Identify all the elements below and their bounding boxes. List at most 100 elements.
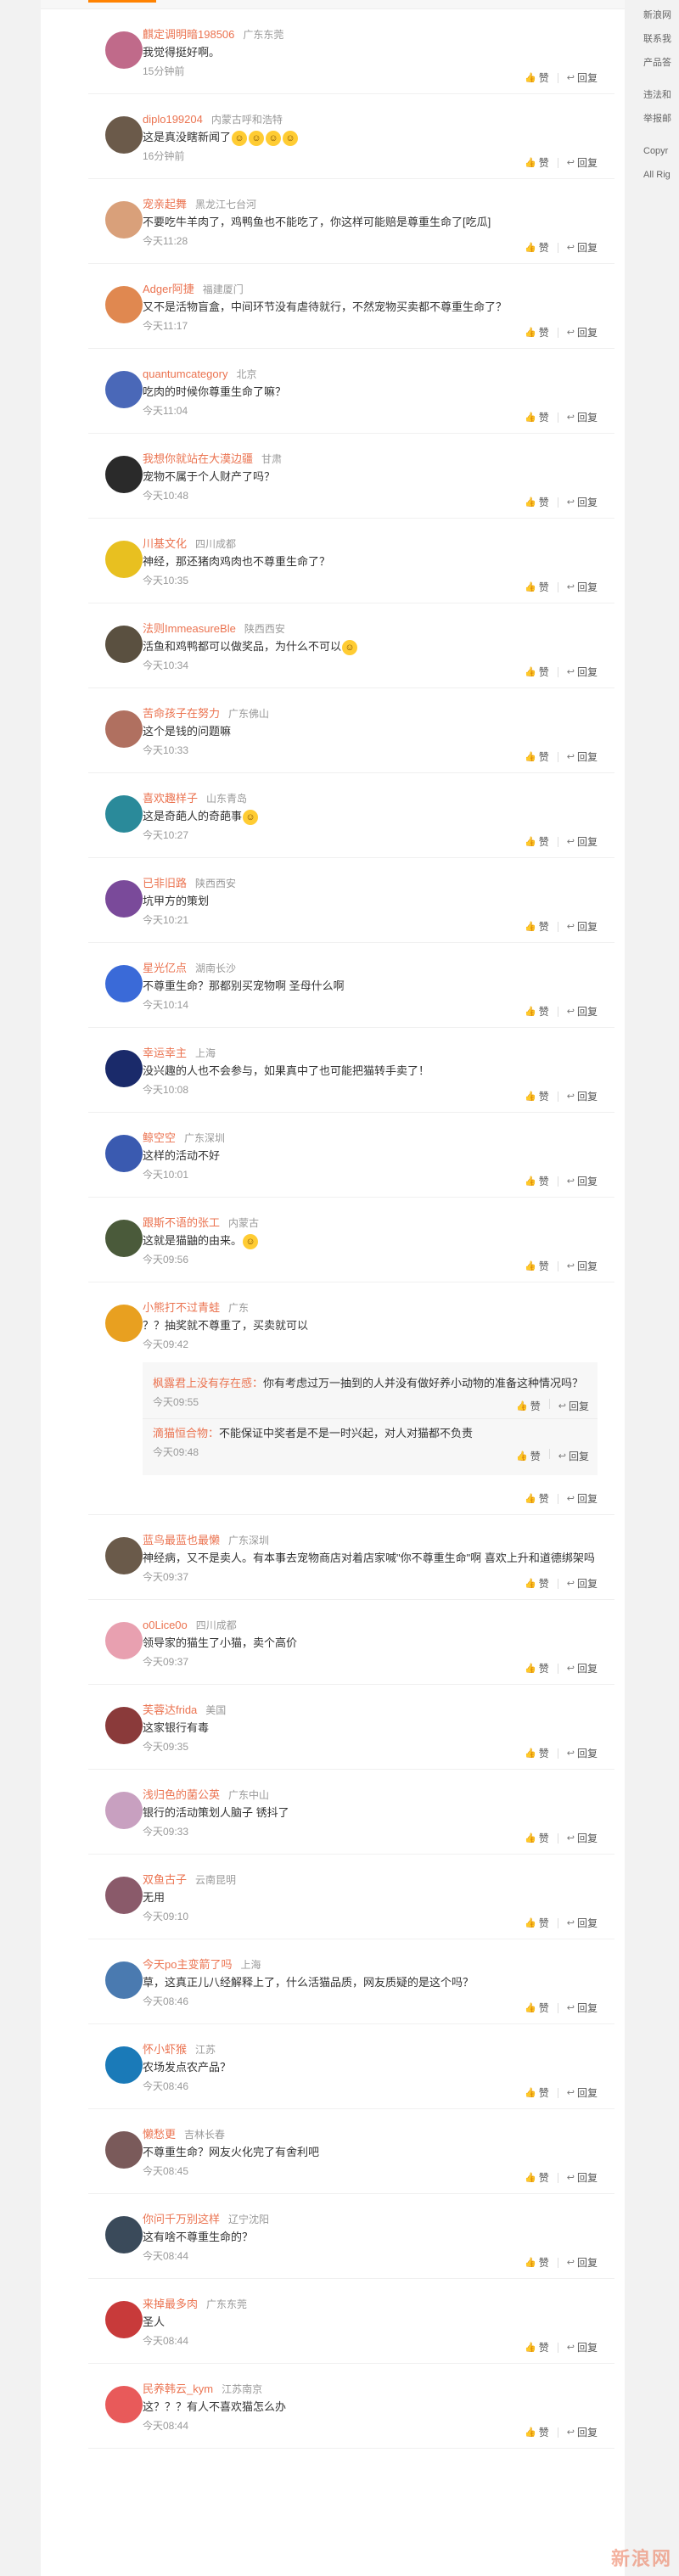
reply-button[interactable]: ↩ 回复 [567, 1576, 598, 1591]
username-link[interactable]: 已非旧路 [143, 877, 187, 890]
username-link[interactable]: 苦命孩子在努力 [143, 707, 220, 720]
reply-button[interactable]: ↩ 回复 [567, 410, 598, 424]
reply-button[interactable]: ↩ 回复 [567, 325, 598, 340]
like-button[interactable]: 👍 赞 [525, 2001, 549, 2015]
avatar[interactable] [105, 2216, 143, 2253]
like-button[interactable]: 👍 赞 [525, 1004, 549, 1019]
reply-button[interactable]: ↩ 回复 [567, 2085, 598, 2100]
like-button[interactable]: 👍 赞 [525, 1174, 549, 1188]
reply-button[interactable]: ↩ 回复 [567, 155, 598, 170]
like-button[interactable]: 👍 赞 [516, 1449, 541, 1463]
footer-link[interactable]: Copyr [643, 144, 679, 158]
avatar[interactable] [105, 965, 143, 1002]
reply-button[interactable]: ↩ 回复 [567, 2425, 598, 2439]
reply-username-link[interactable]: 枫露君上没有存在感： [153, 1377, 263, 1389]
username-link[interactable]: 蓝鸟最蓝也最懒 [143, 1534, 220, 1546]
avatar[interactable] [105, 1135, 143, 1172]
avatar[interactable] [105, 286, 143, 323]
like-button[interactable]: 👍 赞 [525, 919, 549, 934]
username-link[interactable]: quantumcategory [143, 368, 227, 380]
like-button[interactable]: 👍 赞 [525, 1746, 549, 1760]
reply-button[interactable]: ↩ 回复 [567, 2255, 598, 2270]
avatar[interactable] [105, 2301, 143, 2338]
username-link[interactable]: 双鱼古子 [143, 1873, 187, 1886]
reply-button[interactable]: ↩ 回复 [567, 1661, 598, 1675]
reply-button[interactable]: ↩ 回复 [567, 1174, 598, 1188]
avatar[interactable] [105, 116, 143, 154]
like-button[interactable]: 👍 赞 [525, 495, 549, 509]
avatar[interactable] [105, 31, 143, 69]
username-link[interactable]: 法则ImmeasureBle [143, 622, 236, 635]
avatar[interactable] [105, 1707, 143, 1744]
like-button[interactable]: 👍 赞 [525, 325, 549, 340]
avatar[interactable] [105, 2046, 143, 2084]
avatar[interactable] [105, 880, 143, 918]
footer-link[interactable]: 新浪网 [643, 8, 679, 22]
avatar[interactable] [105, 1537, 143, 1574]
reply-button[interactable]: ↩ 回复 [567, 834, 598, 849]
username-link[interactable]: 小熊打不过青蛙 [143, 1301, 220, 1314]
avatar[interactable] [105, 201, 143, 239]
username-link[interactable]: 你问千万别这样 [143, 2213, 220, 2225]
reply-button[interactable]: ↩ 回复 [567, 1491, 598, 1506]
username-link[interactable]: 浅归色的菌公英 [143, 1788, 220, 1801]
avatar[interactable] [105, 1877, 143, 1914]
reply-button[interactable]: ↩ 回复 [558, 1449, 589, 1463]
like-button[interactable]: 👍 赞 [525, 240, 549, 255]
avatar[interactable] [105, 1220, 143, 1257]
like-button[interactable]: 👍 赞 [525, 1259, 549, 1273]
like-button[interactable]: 👍 赞 [525, 70, 549, 85]
like-button[interactable]: 👍 赞 [525, 1491, 549, 1506]
username-link[interactable]: diplo199204 [143, 113, 203, 126]
reply-button[interactable]: ↩ 回复 [567, 1259, 598, 1273]
avatar[interactable] [105, 541, 143, 578]
like-button[interactable]: 👍 赞 [525, 834, 549, 849]
avatar[interactable] [105, 2386, 143, 2423]
like-button[interactable]: 👍 赞 [525, 2255, 549, 2270]
footer-link[interactable]: 举报邮 [643, 112, 679, 126]
username-link[interactable]: 星光亿点 [143, 962, 187, 974]
reply-button[interactable]: ↩ 回复 [567, 2340, 598, 2354]
footer-link[interactable]: All Rig [643, 168, 679, 182]
like-button[interactable]: 👍 赞 [525, 2085, 549, 2100]
footer-link[interactable]: 产品答 [643, 56, 679, 70]
avatar[interactable] [105, 1961, 143, 1999]
reply-button[interactable]: ↩ 回复 [567, 2170, 598, 2185]
reply-button[interactable]: ↩ 回复 [567, 919, 598, 934]
avatar[interactable] [105, 2131, 143, 2169]
username-link[interactable]: Adger阿捷 [143, 283, 194, 295]
avatar[interactable] [105, 1305, 143, 1342]
avatar[interactable] [105, 1792, 143, 1829]
avatar[interactable] [105, 371, 143, 408]
like-button[interactable]: 👍 赞 [525, 2340, 549, 2354]
reply-button[interactable]: ↩ 回复 [567, 665, 598, 679]
username-link[interactable]: 川基文化 [143, 537, 187, 550]
username-link[interactable]: 来掉最多肉 [143, 2298, 198, 2310]
avatar[interactable] [105, 1050, 143, 1087]
reply-username-link[interactable]: 滴猫恒合物： [153, 1427, 219, 1440]
avatar[interactable] [105, 710, 143, 748]
username-link[interactable]: 喜欢趣样子 [143, 792, 198, 805]
username-link[interactable]: 怀小虾猴 [143, 2043, 187, 2056]
like-button[interactable]: 👍 赞 [525, 1576, 549, 1591]
footer-link[interactable]: 违法和 [643, 88, 679, 102]
like-button[interactable]: 👍 赞 [525, 1831, 549, 1845]
username-link[interactable]: 麒定调明暗198506 [143, 28, 234, 41]
avatar[interactable] [105, 626, 143, 663]
footer-link[interactable]: 联系我 [643, 32, 679, 46]
username-link[interactable]: 我想你就站在大漠边疆 [143, 452, 253, 465]
like-button[interactable]: 👍 赞 [525, 1661, 549, 1675]
reply-button[interactable]: ↩ 回复 [567, 1916, 598, 1930]
avatar[interactable] [105, 456, 143, 493]
reply-button[interactable]: ↩ 回复 [558, 1399, 589, 1413]
username-link[interactable]: 宠亲起舞 [143, 198, 187, 210]
like-button[interactable]: 👍 赞 [525, 665, 549, 679]
reply-button[interactable]: ↩ 回复 [567, 2001, 598, 2015]
avatar[interactable] [105, 1622, 143, 1659]
like-button[interactable]: 👍 赞 [525, 580, 549, 594]
like-button[interactable]: 👍 赞 [525, 1916, 549, 1930]
username-link[interactable]: 懒愁更 [143, 2128, 176, 2141]
username-link[interactable]: 今天po主变箭了吗 [143, 1958, 232, 1971]
username-link[interactable]: 鲸空空 [143, 1131, 176, 1144]
avatar[interactable] [105, 795, 143, 833]
